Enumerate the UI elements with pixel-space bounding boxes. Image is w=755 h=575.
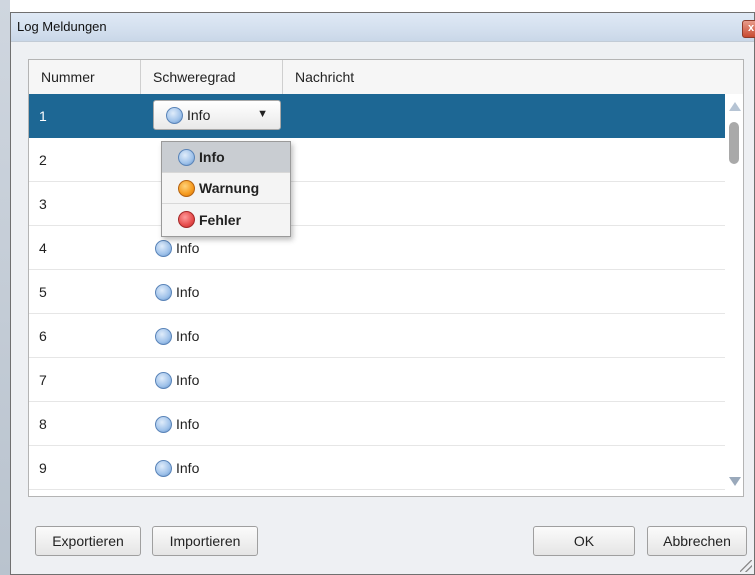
close-button[interactable]: x <box>742 20 755 38</box>
row-number: 5 <box>39 284 47 300</box>
dropdown-option-info[interactable]: Info <box>162 142 290 173</box>
severity-label: Info <box>176 460 200 476</box>
row-number: 6 <box>39 328 47 344</box>
desktop-backdrop <box>0 0 10 575</box>
info-circle-icon <box>155 283 172 301</box>
title-bar[interactable]: Log Meldungen x <box>11 13 755 42</box>
info-circle-icon <box>155 239 172 257</box>
option-label: Fehler <box>199 211 242 228</box>
table-row[interactable]: 1 Info ▼ <box>29 94 743 138</box>
info-circle-icon <box>166 106 183 124</box>
scroll-down-arrow-icon[interactable] <box>729 477 741 486</box>
severity-cell: Info <box>155 446 199 490</box>
table-body: 1 Info ▼ 2 3 4 Info 5 Info 6 Info 7 Info… <box>29 94 743 496</box>
chevron-down-icon[interactable]: ▼ <box>257 108 268 120</box>
error-circle-icon <box>178 211 195 228</box>
vertical-scrollbar[interactable] <box>725 94 743 496</box>
severity-cell: Info <box>155 270 199 314</box>
column-header-nummer[interactable]: Nummer <box>29 60 141 94</box>
dropdown-option-warnung[interactable]: Warnung <box>162 173 290 204</box>
warning-circle-icon <box>178 179 195 197</box>
table-row[interactable]: 4 Info <box>29 226 743 270</box>
log-dialog: Log Meldungen x Nummer Schweregrad Nachr… <box>10 12 755 575</box>
scrollbar-thumb[interactable] <box>729 122 739 164</box>
export-button[interactable]: Exportieren <box>35 526 141 556</box>
ok-button[interactable]: OK <box>533 526 635 556</box>
import-button[interactable]: Importieren <box>152 526 258 556</box>
severity-label: Info <box>176 372 200 388</box>
dropdown-option-fehler[interactable]: Fehler <box>162 204 290 235</box>
row-number: 1 <box>39 108 47 124</box>
log-table: Nummer Schweregrad Nachricht 1 Info ▼ 2 … <box>28 59 744 497</box>
window-title: Log Meldungen <box>17 19 107 34</box>
cancel-button[interactable]: Abbrechen <box>647 526 747 556</box>
severity-label: Info <box>176 240 200 256</box>
row-number: 3 <box>39 196 47 212</box>
info-circle-icon <box>155 327 172 345</box>
info-circle-icon <box>178 148 195 166</box>
info-circle-icon <box>155 459 172 477</box>
row-number: 8 <box>39 416 47 432</box>
severity-dropdown-list: Info Warnung Fehler <box>161 141 291 237</box>
column-header-nachricht[interactable]: Nachricht <box>283 60 703 94</box>
severity-cell: Info <box>155 314 199 358</box>
combobox-value: Info <box>187 107 211 123</box>
table-row[interactable]: 9 Info <box>29 446 743 490</box>
table-header: Nummer Schweregrad Nachricht <box>29 60 743 95</box>
close-icon: x <box>747 22 755 34</box>
table-row[interactable]: 5 Info <box>29 270 743 314</box>
row-number: 4 <box>39 240 47 256</box>
row-number: 9 <box>39 460 47 476</box>
severity-cell: Info <box>155 402 199 446</box>
severity-cell: Info <box>155 358 199 402</box>
severity-label: Info <box>176 284 200 300</box>
info-circle-icon <box>155 371 172 389</box>
row-number: 2 <box>39 152 47 168</box>
row-number: 7 <box>39 372 47 388</box>
table-row[interactable]: 6 Info <box>29 314 743 358</box>
column-header-schweregrad[interactable]: Schweregrad <box>141 60 283 94</box>
table-row[interactable]: 2 <box>29 138 743 182</box>
table-row[interactable]: 7 Info <box>29 358 743 402</box>
severity-label: Info <box>176 416 200 432</box>
resize-grip-icon[interactable] <box>740 560 752 572</box>
table-row[interactable]: 8 Info <box>29 402 743 446</box>
severity-combobox[interactable]: Info ▼ <box>153 100 281 130</box>
option-label: Warnung <box>199 180 260 196</box>
option-label: Info <box>199 149 225 165</box>
table-row[interactable]: 3 <box>29 182 743 226</box>
severity-label: Info <box>176 328 200 344</box>
info-circle-icon <box>155 415 172 433</box>
scroll-up-arrow-icon[interactable] <box>729 102 741 111</box>
